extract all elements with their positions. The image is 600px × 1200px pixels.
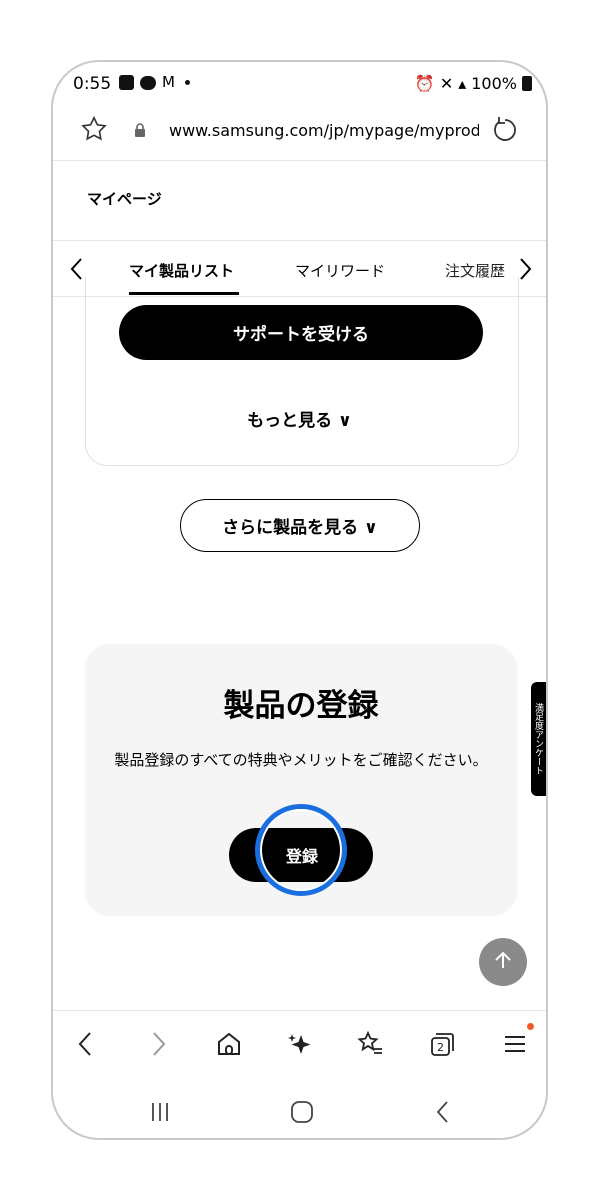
notification-icons: M [119,75,190,90]
recent-apps-icon[interactable] [147,1100,173,1128]
phone-frame: 0:55 M ⏰ ✕ ▴ 100% www.samsung.com/jp/myp… [51,60,548,1140]
forward-icon[interactable] [145,1029,171,1063]
line-icon [140,75,156,90]
mute-icon: ✕ [439,74,454,93]
status-time: 0:55 [73,74,112,94]
sparkle-icon[interactable] [285,1029,315,1063]
registration-description: 製品登録のすべての特典やメリットをご確認ください。 [114,751,488,769]
status-bar: 0:55 M ⏰ ✕ ▴ 100% [53,62,546,104]
battery-icon [522,76,532,91]
wifi-signal-icon: ▴ [458,74,467,93]
tab-count: 2 [437,1041,444,1054]
more-products-button[interactable]: さらに製品を見る ∨ [180,499,420,552]
address-bar: www.samsung.com/jp/mypage/myprod [53,104,546,161]
scroll-top-button[interactable] [479,938,527,986]
page-title: マイページ [87,190,162,208]
battery-level: 100% [471,74,517,93]
home-icon[interactable] [215,1029,243,1063]
menu-notification-dot [527,1023,534,1030]
system-nav-bar [53,1080,546,1138]
url-text[interactable]: www.samsung.com/jp/mypage/myprod [169,121,479,140]
show-more-link[interactable]: もっと見る ∨ [53,406,546,431]
gallery-icon [119,75,134,90]
arrow-up-icon [491,948,515,976]
bookmarks-icon[interactable] [355,1029,385,1063]
tab-prev-icon[interactable] [67,254,87,288]
divider [53,240,546,241]
survey-tab[interactable]: 満足度アンケート [531,682,546,796]
menu-icon[interactable] [501,1029,529,1063]
gmail-icon: M [162,73,175,91]
focus-ring-inner [260,809,342,891]
get-support-button[interactable]: サポートを受ける [119,305,483,360]
bookmark-star-icon[interactable] [79,114,109,148]
lock-icon [133,122,147,142]
home-nav-icon[interactable] [289,1100,315,1128]
registration-title: 製品の登録 [223,688,379,724]
back-nav-icon[interactable] [431,1100,457,1128]
system-icons: ⏰ ✕ ▴ 100% [415,74,532,93]
browser-toolbar: 2 [53,1010,546,1081]
more-notifications-icon [184,80,190,85]
product-registration-section: 製品の登録 製品登録のすべての特典やメリットをご確認ください。 登録 [85,644,517,916]
back-icon[interactable] [73,1029,99,1063]
alarm-icon: ⏰ [414,74,435,93]
tabs-icon[interactable]: 2 [427,1029,457,1063]
reload-icon[interactable] [490,114,520,148]
